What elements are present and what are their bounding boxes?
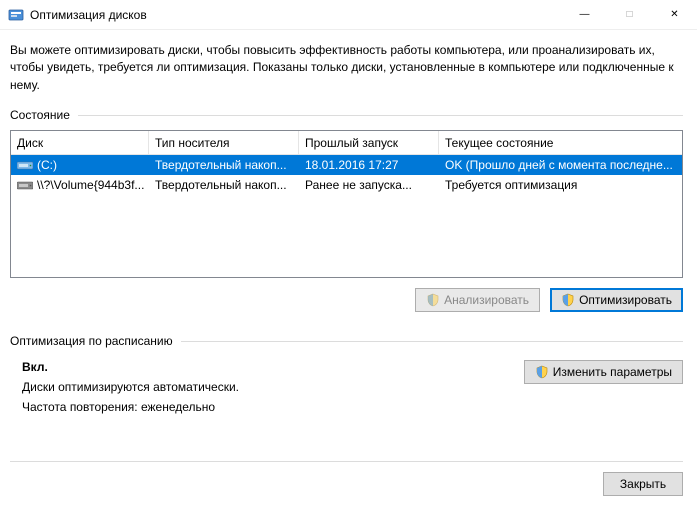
column-last-run[interactable]: Прошлый запуск xyxy=(299,131,439,154)
column-drive[interactable]: Диск xyxy=(11,131,149,154)
schedule-desc: Диски оптимизируются автоматически. xyxy=(22,380,524,394)
drive-media: Твердотельный накоп... xyxy=(149,178,299,192)
schedule-state: Вкл. xyxy=(22,360,524,374)
list-header: Диск Тип носителя Прошлый запуск Текущее… xyxy=(11,131,682,155)
drive-media: Твердотельный накоп... xyxy=(149,158,299,172)
maximize-button: □ xyxy=(607,0,652,29)
section-schedule-label: Оптимизация по расписанию xyxy=(10,334,173,348)
change-settings-button[interactable]: Изменить параметры xyxy=(524,360,683,384)
shield-icon xyxy=(426,293,440,307)
drive-icon xyxy=(17,159,33,171)
shield-icon xyxy=(561,293,575,307)
column-media[interactable]: Тип носителя xyxy=(149,131,299,154)
drive-name: \\?\Volume{944b3f... xyxy=(37,178,144,192)
section-state-header: Состояние xyxy=(10,108,683,122)
close-button[interactable]: ✕ xyxy=(652,0,697,29)
app-icon xyxy=(8,7,24,23)
table-row[interactable]: (C:) Твердотельный накоп... 18.01.2016 1… xyxy=(11,155,682,175)
divider xyxy=(10,461,683,462)
drive-state: OK (Прошло дней с момента последне... xyxy=(439,158,682,172)
shield-icon xyxy=(535,365,549,379)
close-dialog-button[interactable]: Закрыть xyxy=(603,472,683,496)
drive-icon xyxy=(17,179,33,191)
drive-name: (C:) xyxy=(37,158,57,172)
window-title: Оптимизация дисков xyxy=(30,8,147,22)
drive-state: Требуется оптимизация xyxy=(439,178,682,192)
drive-last: 18.01.2016 17:27 xyxy=(299,158,439,172)
analyze-button: Анализировать xyxy=(415,288,540,312)
optimize-button[interactable]: Оптимизировать xyxy=(550,288,683,312)
minimize-button[interactable]: — xyxy=(562,0,607,29)
section-state-label: Состояние xyxy=(10,108,70,122)
intro-text: Вы можете оптимизировать диски, чтобы по… xyxy=(10,42,680,94)
table-row[interactable]: \\?\Volume{944b3f... Твердотельный накоп… xyxy=(11,175,682,195)
schedule-freq: Частота повторения: еженедельно xyxy=(22,400,524,414)
drive-list[interactable]: Диск Тип носителя Прошлый запуск Текущее… xyxy=(10,130,683,278)
section-schedule-header: Оптимизация по расписанию xyxy=(10,334,683,348)
drive-last: Ранее не запуска... xyxy=(299,178,439,192)
column-state[interactable]: Текущее состояние xyxy=(439,131,682,154)
titlebar: Оптимизация дисков — □ ✕ xyxy=(0,0,697,30)
